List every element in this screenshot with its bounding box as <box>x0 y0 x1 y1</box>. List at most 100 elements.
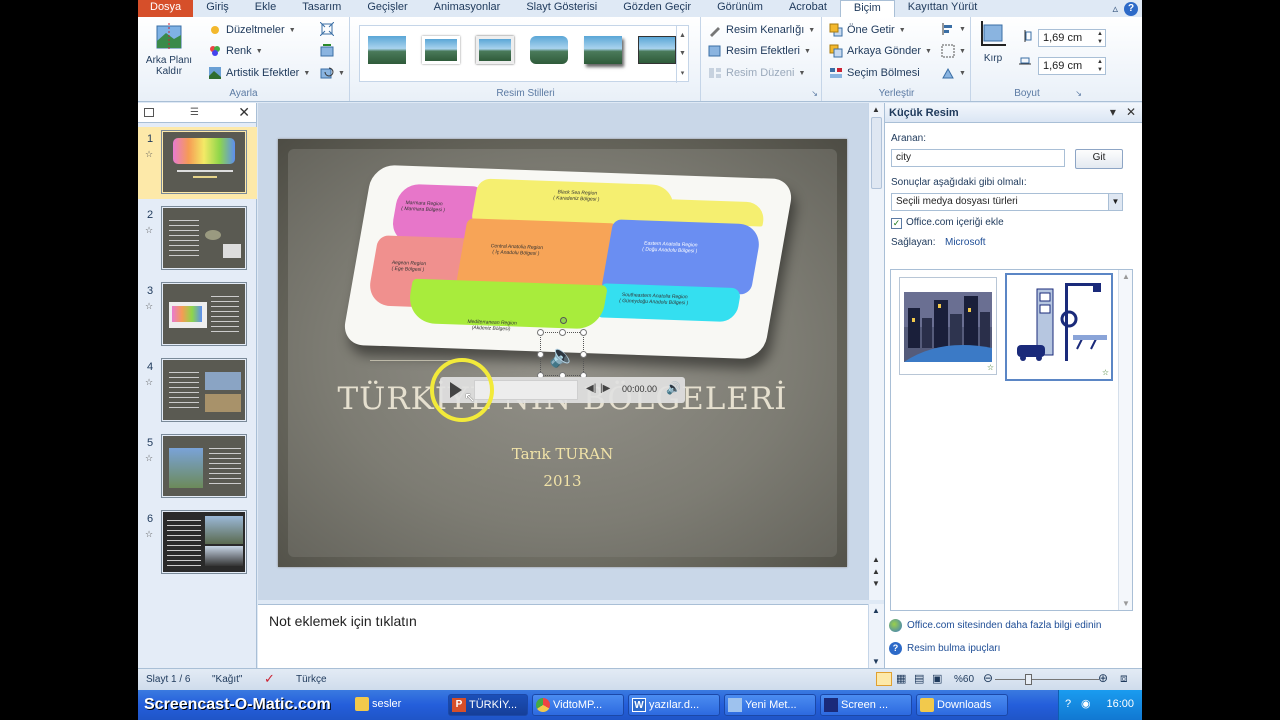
zoom-slider-knob[interactable] <box>1025 674 1032 685</box>
pane-options-icon[interactable]: ▾ <box>1110 105 1116 119</box>
include-office-checkbox[interactable]: ✓ <box>891 218 902 229</box>
send-backward-button[interactable]: Arkaya Gönder ▼ <box>829 44 932 58</box>
tab-playback[interactable]: Kayıttan Yürüt <box>895 0 991 17</box>
tray-help-icon[interactable]: ? <box>1065 698 1071 710</box>
change-picture-icon[interactable] <box>320 44 334 58</box>
group-objects-icon[interactable]: ▼ <box>941 44 966 58</box>
picture-style-5[interactable] <box>580 32 626 68</box>
tab-file[interactable]: Dosya <box>138 0 194 17</box>
slide-subtitle[interactable]: Tarık TURAN 2013 <box>278 441 847 495</box>
tab-view[interactable]: Görünüm <box>704 0 776 17</box>
slide-thumb-5[interactable]: 5 ☆ <box>138 431 257 503</box>
results-scrollbar[interactable]: ▲ ▼ <box>1118 270 1132 610</box>
go-button[interactable]: Git <box>1075 149 1123 169</box>
picture-style-3[interactable] <box>472 32 518 68</box>
watermark: Screencast-O-Matic.com <box>144 696 331 713</box>
reading-view-icon[interactable]: ▤ <box>914 672 924 685</box>
step-back-icon[interactable]: ◀| <box>586 383 596 394</box>
zoom-out-icon[interactable]: ⊖ <box>983 671 993 685</box>
taskbar-item-powerpoint[interactable]: P TÜRKİY... <box>448 694 528 716</box>
audio-icon-selection[interactable]: 🔈 <box>537 317 587 379</box>
notes-scrollbar[interactable]: ▲ ▼ <box>868 604 884 668</box>
align-icon[interactable]: ▼ <box>941 22 966 36</box>
network-icon[interactable]: ◉ <box>1081 697 1091 710</box>
slide-sorter-icon[interactable]: ▦ <box>896 672 906 685</box>
slide-canvas[interactable]: Black Sea Region( Karadeniz Bölgesi ) Ma… <box>278 139 847 567</box>
taskbar-item-notepad[interactable]: Yeni Met... <box>724 694 816 716</box>
slide-thumb-1[interactable]: 1 ☆ <box>138 127 257 199</box>
picture-style-2[interactable] <box>418 32 464 68</box>
corrections-button[interactable]: Düzeltmeler ▼ <box>208 23 296 37</box>
minimize-ribbon-icon[interactable]: ▵ <box>1112 2 1118 15</box>
crop-button[interactable]: Kırp <box>978 21 1008 64</box>
picture-style-1[interactable] <box>364 32 410 68</box>
height-field[interactable]: 1,69 cm ▲ ▼ <box>1038 29 1106 47</box>
language[interactable]: Türkçe <box>296 674 327 685</box>
slide-scrollbar[interactable]: ▲ ▲ ▲ ▼ <box>868 103 884 600</box>
tab-design[interactable]: Tasarım <box>289 0 354 17</box>
taskbar-item-vidtomp[interactable]: VidtoMP... <box>532 694 624 716</box>
tab-home[interactable]: Giriş <box>193 0 242 17</box>
taskbar-item-word[interactable]: W yazılar.d... <box>628 694 720 716</box>
tab-review[interactable]: Gözden Geçir <box>610 0 704 17</box>
search-input[interactable]: city <box>891 149 1065 167</box>
artistic-effects-button[interactable]: Artistik Efektler ▼ <box>208 66 310 80</box>
rotate-handle[interactable] <box>560 317 567 324</box>
fit-to-window-icon[interactable]: ⧈ <box>1120 671 1128 686</box>
gallery-scroll[interactable]: ▲ ▼ ▾ <box>676 26 688 83</box>
width-field[interactable]: 1,69 cm ▲ ▼ <box>1038 57 1106 75</box>
bring-forward-button[interactable]: Öne Getir ▼ <box>829 23 906 37</box>
volume-icon[interactable]: 🔊 <box>666 381 681 395</box>
spellcheck-icon[interactable]: ✓ <box>264 671 275 687</box>
step-forward-icon[interactable]: |▶ <box>600 383 610 394</box>
turkey-regions-map[interactable]: Black Sea Region( Karadeniz Bölgesi ) Ma… <box>341 164 795 360</box>
tab-format[interactable]: Biçim <box>839 0 895 17</box>
taskbar-item-sesler[interactable]: sesler <box>352 694 444 716</box>
slide-thumb-6[interactable]: 6 ☆ <box>138 507 257 579</box>
office-more-info-link[interactable]: Office.com sitesinden daha fazla bilgi e… <box>889 619 1101 632</box>
size-dialog-launcher-icon[interactable]: ↘ <box>1075 89 1082 98</box>
picture-layout-button[interactable]: Resim Düzeni ▼ <box>708 66 805 80</box>
tab-transitions[interactable]: Geçişler <box>354 0 420 17</box>
reset-picture-icon[interactable]: ▼ <box>320 66 345 80</box>
color-button[interactable]: Renk ▼ <box>208 44 263 58</box>
taskbar-item-screen[interactable]: Screen ... <box>820 694 912 716</box>
tab-acrobat[interactable]: Acrobat <box>776 0 840 17</box>
slide-thumb-2[interactable]: 2 ☆ <box>138 203 257 275</box>
media-type-select[interactable]: Seçili medya dosyası türleri ▼ <box>891 193 1123 211</box>
tab-insert[interactable]: Ekle <box>242 0 289 17</box>
notes-pane[interactable]: Not eklemek için tıklatın <box>258 604 868 668</box>
pen-icon <box>708 23 722 37</box>
zoom-level[interactable]: %60 <box>954 674 974 685</box>
normal-view-icon[interactable] <box>876 672 892 686</box>
clip-result-city-night[interactable]: ☆ <box>899 277 997 375</box>
outline-tab-icon[interactable]: ☰ <box>190 107 199 118</box>
slide-thumb-3[interactable]: 3 ☆ <box>138 279 257 351</box>
slides-tab-icon[interactable] <box>144 108 154 117</box>
clip-result-street[interactable]: ☆ <box>1005 273 1113 381</box>
rotate-icon[interactable]: ▼ <box>941 66 966 80</box>
dialog-launcher-icon[interactable]: ↘ <box>811 89 818 98</box>
group-arrange: Öne Getir ▼ Arkaya Gönder ▼ Seçim Bölmesi … <box>823 17 971 101</box>
help-icon[interactable]: ? <box>1124 1 1138 16</box>
search-tips-link[interactable]: ? Resim bulma ipuçları <box>889 642 1000 655</box>
zoom-slider[interactable] <box>995 679 1099 680</box>
tab-slideshow[interactable]: Slayt Gösterisi <box>513 0 610 17</box>
picture-style-6[interactable] <box>634 32 680 68</box>
theme-name[interactable]: "Kağıt" <box>212 674 242 685</box>
zoom-in-icon[interactable]: ⊕ <box>1098 671 1108 685</box>
remove-background-button[interactable]: Arka Planı Kaldır <box>140 23 198 77</box>
compress-pictures-icon[interactable] <box>319 21 335 37</box>
slideshow-view-icon[interactable]: ▣ <box>932 672 942 685</box>
taskbar-item-downloads[interactable]: Downloads <box>916 694 1008 716</box>
picture-border-button[interactable]: Resim Kenarlığı ▼ <box>708 23 815 37</box>
tab-animations[interactable]: Animasyonlar <box>421 0 514 17</box>
close-icon[interactable]: ✕ <box>1126 105 1136 119</box>
close-pane-icon[interactable]: ✕ <box>238 104 250 121</box>
slide-thumb-4[interactable]: 4 ☆ <box>138 355 257 427</box>
picture-effects-button[interactable]: Resim Efektleri ▼ <box>708 44 811 58</box>
chevron-down-icon[interactable]: ▼ <box>1108 194 1122 210</box>
selection-pane-button[interactable]: Seçim Bölmesi <box>829 66 920 80</box>
office-online-icon <box>889 619 902 632</box>
picture-style-4[interactable] <box>526 32 572 68</box>
